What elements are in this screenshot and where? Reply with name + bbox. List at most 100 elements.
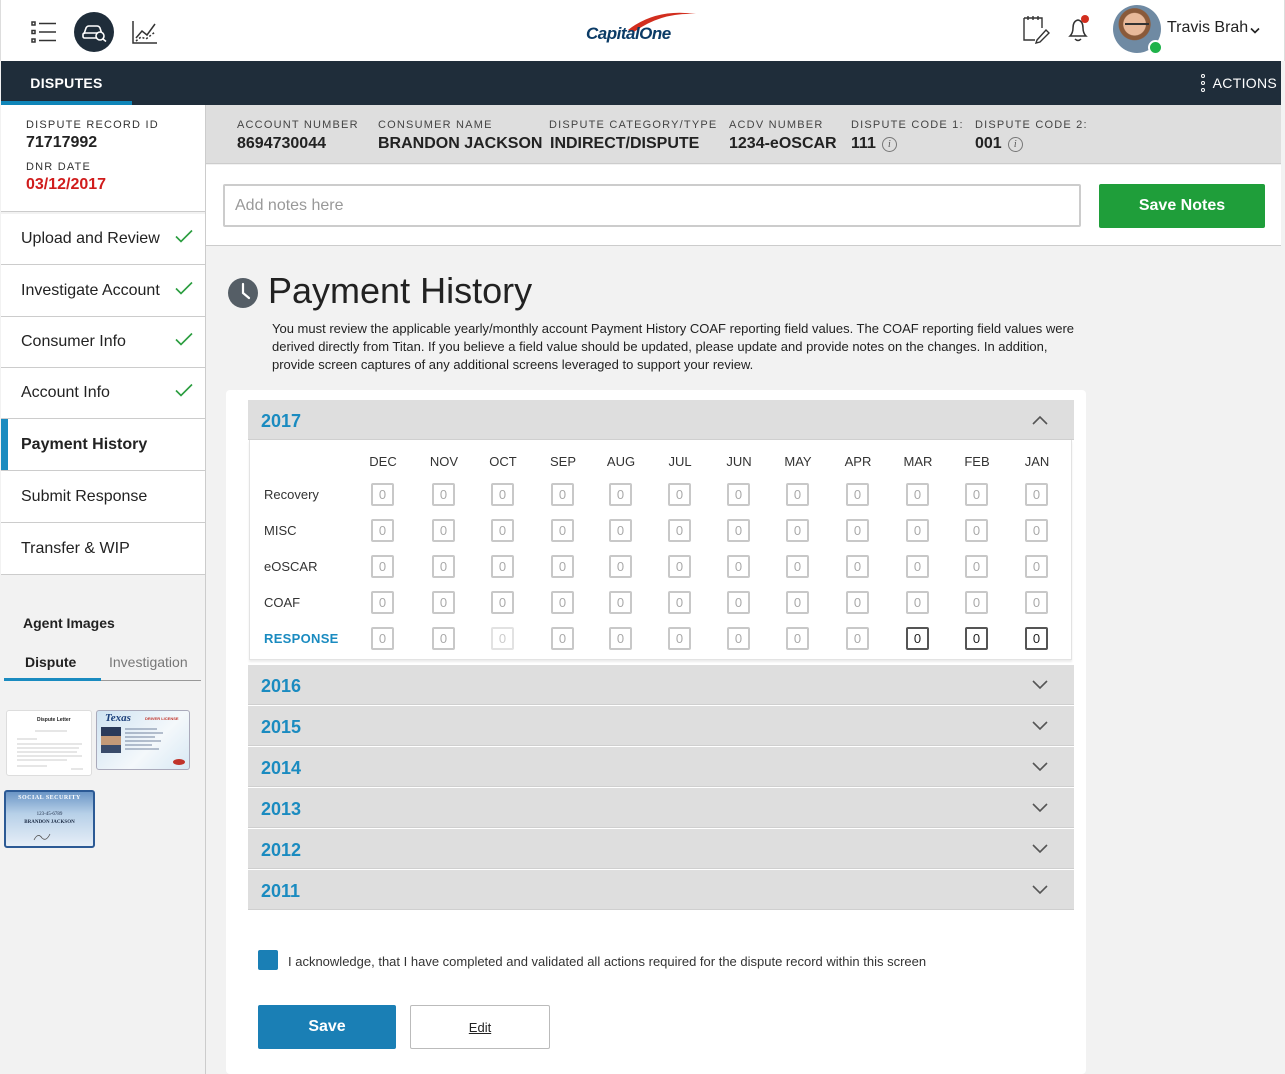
cell-misc-mar: 0	[906, 519, 929, 542]
sidebar-item-payment-history[interactable]: Payment History	[1, 419, 205, 471]
year-panel-2017[interactable]: 2017	[248, 400, 1074, 440]
avatar[interactable]	[1113, 5, 1163, 55]
sidebar-item-account-info[interactable]: Account Info	[1, 368, 205, 419]
account-number-value: 8694730044	[237, 135, 326, 152]
actions-menu[interactable]: ACTIONS	[1200, 61, 1277, 105]
page-title: Payment History	[268, 270, 533, 311]
acknowledge-checkbox[interactable]	[258, 950, 278, 970]
save-button[interactable]: Save	[258, 1005, 396, 1049]
year-label: 2017	[261, 411, 302, 431]
cell-response-feb[interactable]: 0	[965, 627, 988, 650]
year-panel-2013[interactable]: 2013	[248, 788, 1074, 828]
notes-row: Save Notes	[206, 165, 1281, 246]
dispute-code-2-label: DISPUTE CODE 2:	[975, 119, 1088, 131]
dnr-date-value: 03/12/2017	[26, 176, 107, 193]
cell-coaf-jun: 0	[727, 591, 750, 614]
row-label-eoscar: eOSCAR	[264, 559, 318, 574]
dispute-code-2-value: 001	[975, 135, 1002, 152]
chevron-up-icon[interactable]	[1032, 412, 1048, 430]
sidebar-item-transfer-wip[interactable]: Transfer & WIP	[1, 523, 205, 575]
cell-eoscar-may: 0	[786, 555, 809, 578]
car-search-icon[interactable]	[74, 12, 114, 52]
year-label: 2011	[261, 881, 301, 901]
month-header-dec: DEC	[369, 454, 397, 469]
cell-response-may: 0	[786, 627, 809, 650]
notes-input[interactable]	[223, 184, 1081, 227]
dispute-code-2: 001 i	[975, 135, 1023, 153]
cell-eoscar-jan: 0	[1025, 555, 1048, 578]
cell-response-jan[interactable]: 0	[1025, 627, 1048, 650]
user-name[interactable]: Travis Brah	[1167, 19, 1248, 37]
month-header-sep: SEP	[549, 454, 576, 469]
dispute-category-label: DISPUTE CATEGORY/TYPE	[549, 119, 718, 131]
year-panel-2011[interactable]: 2011	[248, 870, 1074, 910]
actions-label: ACTIONS	[1212, 75, 1277, 91]
online-status-indicator	[1148, 40, 1163, 55]
info-icon[interactable]: i	[881, 137, 897, 152]
year-panel-2014[interactable]: 2014	[248, 747, 1074, 787]
year-panel-2015[interactable]: 2015	[248, 706, 1074, 746]
cell-eoscar-dec: 0	[371, 555, 394, 578]
cell-recovery-apr: 0	[846, 483, 869, 506]
cell-eoscar-jul: 0	[668, 555, 691, 578]
cell-response-jul: 0	[668, 627, 691, 650]
cell-response-sep: 0	[551, 627, 574, 650]
list-icon[interactable]	[24, 12, 64, 52]
year-label: 2013	[261, 799, 302, 819]
checkmark-icon	[175, 332, 193, 352]
consumer-name-label: CONSUMER NAME	[378, 119, 493, 131]
year-panel-2016[interactable]: 2016	[248, 665, 1074, 705]
thumbnail-driver-license[interactable]: Texas DRIVER LICENSE	[96, 710, 190, 770]
chevron-down-icon[interactable]	[1032, 718, 1048, 736]
row-label-coaf: COAF	[264, 595, 301, 610]
cell-misc-sep: 0	[551, 519, 574, 542]
avatar-glasses	[1125, 23, 1149, 29]
month-header-oct: OCT	[489, 454, 517, 469]
tab-investigation-images[interactable]: Investigation	[109, 654, 188, 670]
sidebar-item-label: Account Info	[21, 384, 110, 401]
cell-recovery-may: 0	[786, 483, 809, 506]
year-panel-2012[interactable]: 2012	[248, 829, 1074, 869]
checkmark-icon	[175, 229, 193, 249]
chevron-down-icon[interactable]	[1032, 882, 1048, 900]
checkmark-icon	[175, 383, 193, 403]
page-description: You must review the applicable yearly/mo…	[272, 321, 1075, 372]
cell-coaf-oct: 0	[491, 591, 514, 614]
info-icon[interactable]: i	[1007, 137, 1023, 152]
edit-button[interactable]: Edit	[410, 1005, 550, 1049]
dispute-record-summary: DISPUTE RECORD ID 71717992 DNR DATE 03/1…	[1, 105, 205, 212]
account-info-strip: ACCOUNT NUMBER 8694730044 CONSUMER NAME …	[206, 105, 1281, 164]
month-header-may: MAY	[784, 454, 812, 469]
cell-response-mar[interactable]: 0	[906, 627, 929, 650]
account-number-label: ACCOUNT NUMBER	[237, 119, 359, 131]
sidebar-item-investigate-account[interactable]: Investigate Account	[1, 265, 205, 317]
thumbnail-dispute-letter[interactable]: Dispute Letter	[6, 710, 92, 776]
chart-icon[interactable]	[125, 12, 165, 52]
chevron-down-icon[interactable]	[1032, 841, 1048, 859]
cell-response-nov: 0	[432, 627, 455, 650]
sidebar-item-label: Transfer & WIP	[21, 539, 130, 557]
notes-edit-icon[interactable]	[1021, 14, 1051, 44]
top-bar: CapitalOne Travis Brah	[0, 0, 1285, 61]
sidebar-item-submit-response[interactable]: Submit Response	[1, 471, 205, 523]
main-nav: DISPUTES ACTIONS	[1, 61, 1281, 105]
checkmark-icon	[175, 281, 193, 300]
chevron-down-icon[interactable]	[1250, 22, 1260, 40]
row-label-recovery: Recovery	[264, 487, 319, 502]
save-notes-button[interactable]: Save Notes	[1099, 184, 1265, 228]
dispute-code-1-value: 111	[851, 135, 876, 152]
chevron-down-icon[interactable]	[1032, 800, 1048, 818]
dispute-category-value: INDIRECT/DISPUTE	[550, 135, 700, 152]
tab-dispute-images[interactable]: Dispute	[25, 654, 76, 670]
chevron-down-icon[interactable]	[1032, 759, 1048, 777]
chevron-down-icon[interactable]	[1032, 677, 1048, 695]
clock-icon	[227, 277, 259, 314]
bell-icon[interactable]	[1064, 14, 1094, 44]
tab-disputes[interactable]: DISPUTES	[1, 61, 132, 105]
cell-eoscar-aug: 0	[609, 555, 632, 578]
cell-misc-oct: 0	[491, 519, 514, 542]
sidebar: DISPUTE RECORD ID 71717992 DNR DATE 03/1…	[1, 105, 206, 1074]
sidebar-item-upload-and-review[interactable]: Upload and Review	[1, 214, 205, 265]
sidebar-item-consumer-info[interactable]: Consumer Info	[1, 317, 205, 368]
thumbnail-social-security-card[interactable]: SOCIAL SECURITY 123-45-6789 BRANDON JACK…	[4, 790, 95, 848]
